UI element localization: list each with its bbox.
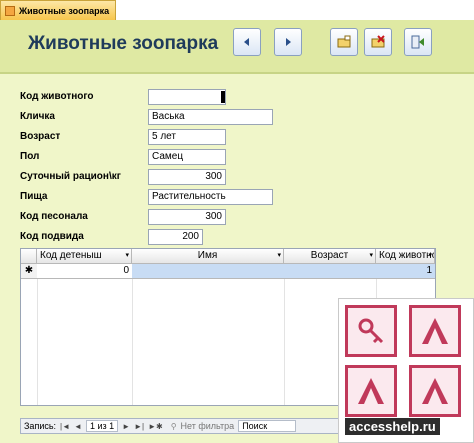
prev-record-button[interactable] bbox=[233, 28, 261, 56]
animal-code-field[interactable] bbox=[148, 89, 226, 105]
new-record-nav-icon[interactable]: ►✱ bbox=[148, 422, 163, 431]
text-cursor bbox=[221, 91, 225, 103]
grid-line bbox=[132, 264, 133, 405]
tab-bar: Животные зоопарка bbox=[0, 0, 474, 21]
access-a-icon bbox=[409, 305, 461, 357]
prev-record-icon[interactable]: ◄ bbox=[74, 422, 82, 431]
species-code-label: Код подвида bbox=[20, 231, 84, 242]
age-label: Возраст bbox=[20, 131, 61, 142]
keeper-code-label: Код песонала bbox=[20, 211, 88, 222]
grid-line bbox=[37, 264, 38, 405]
chevron-down-icon[interactable]: ▾ bbox=[428, 249, 432, 263]
sex-label: Пол bbox=[20, 151, 40, 162]
watermark-site: accesshelp.ru bbox=[345, 418, 440, 435]
last-record-icon[interactable]: ►| bbox=[134, 422, 144, 431]
cell-offspring-code[interactable]: 0 bbox=[37, 264, 132, 278]
food-label: Пища bbox=[20, 191, 48, 202]
table-row[interactable]: ✱ 0 1 bbox=[21, 264, 435, 279]
next-record-button[interactable] bbox=[274, 28, 302, 56]
row-selector-header[interactable] bbox=[21, 249, 37, 264]
records-label: Запись: bbox=[24, 421, 57, 431]
filter-icon: ⚲ bbox=[170, 421, 177, 431]
form-icon bbox=[5, 5, 15, 16]
age-field[interactable]: 5 лет bbox=[148, 129, 226, 145]
cell-animal-code[interactable]: 1 bbox=[376, 264, 435, 278]
filter-status[interactable]: Нет фильтра bbox=[181, 421, 235, 431]
column-header-age[interactable]: Возраст ▾ bbox=[284, 249, 376, 264]
food-field[interactable]: Растительность bbox=[148, 189, 273, 205]
ration-field[interactable]: 300 bbox=[148, 169, 226, 185]
animal-code-label: Код животного bbox=[20, 91, 94, 102]
new-record-marker: ✱ bbox=[21, 264, 37, 278]
first-record-icon[interactable]: |◄ bbox=[60, 422, 70, 431]
form-header: Животные зоопарка bbox=[0, 20, 474, 74]
form-tab[interactable]: Животные зоопарка bbox=[0, 0, 117, 20]
grid-line bbox=[284, 264, 285, 405]
nickname-label: Кличка bbox=[20, 111, 55, 122]
cell-name[interactable] bbox=[132, 264, 284, 278]
record-position[interactable]: 1 из 1 bbox=[85, 420, 119, 432]
new-record-icon bbox=[337, 35, 351, 48]
search-input[interactable]: Поиск bbox=[238, 420, 297, 432]
access-a-icon bbox=[409, 365, 461, 417]
arrow-right-icon bbox=[286, 38, 291, 46]
species-code-field[interactable]: 200 bbox=[148, 229, 203, 245]
ration-label: Суточный рацион\кг bbox=[20, 171, 121, 182]
delete-record-icon bbox=[371, 35, 385, 48]
arrow-left-icon bbox=[244, 38, 249, 46]
column-header-offspring-code[interactable]: Код детеныш ▾ bbox=[37, 249, 132, 264]
next-record-icon[interactable]: ► bbox=[122, 422, 130, 431]
column-header-animal-code[interactable]: Код животно ▾ bbox=[376, 249, 435, 264]
tab-label: Животные зоопарка bbox=[19, 5, 110, 16]
nickname-field[interactable]: Васька bbox=[148, 109, 273, 125]
page-title: Животные зоопарка bbox=[28, 33, 219, 54]
chevron-down-icon[interactable]: ▾ bbox=[125, 249, 129, 263]
chevron-down-icon[interactable]: ▾ bbox=[277, 249, 281, 263]
access-a-icon bbox=[345, 365, 397, 417]
sex-field[interactable]: Самец bbox=[148, 149, 226, 165]
chevron-down-icon[interactable]: ▾ bbox=[369, 249, 373, 263]
close-form-button[interactable] bbox=[404, 28, 432, 56]
close-form-icon bbox=[411, 35, 424, 49]
keeper-code-field[interactable]: 300 bbox=[148, 209, 226, 225]
new-record-button[interactable] bbox=[330, 28, 358, 56]
cell-age[interactable] bbox=[284, 264, 376, 278]
delete-record-button[interactable] bbox=[364, 28, 392, 56]
column-header-name[interactable]: Имя ▾ bbox=[132, 249, 284, 264]
key-icon bbox=[345, 305, 397, 357]
